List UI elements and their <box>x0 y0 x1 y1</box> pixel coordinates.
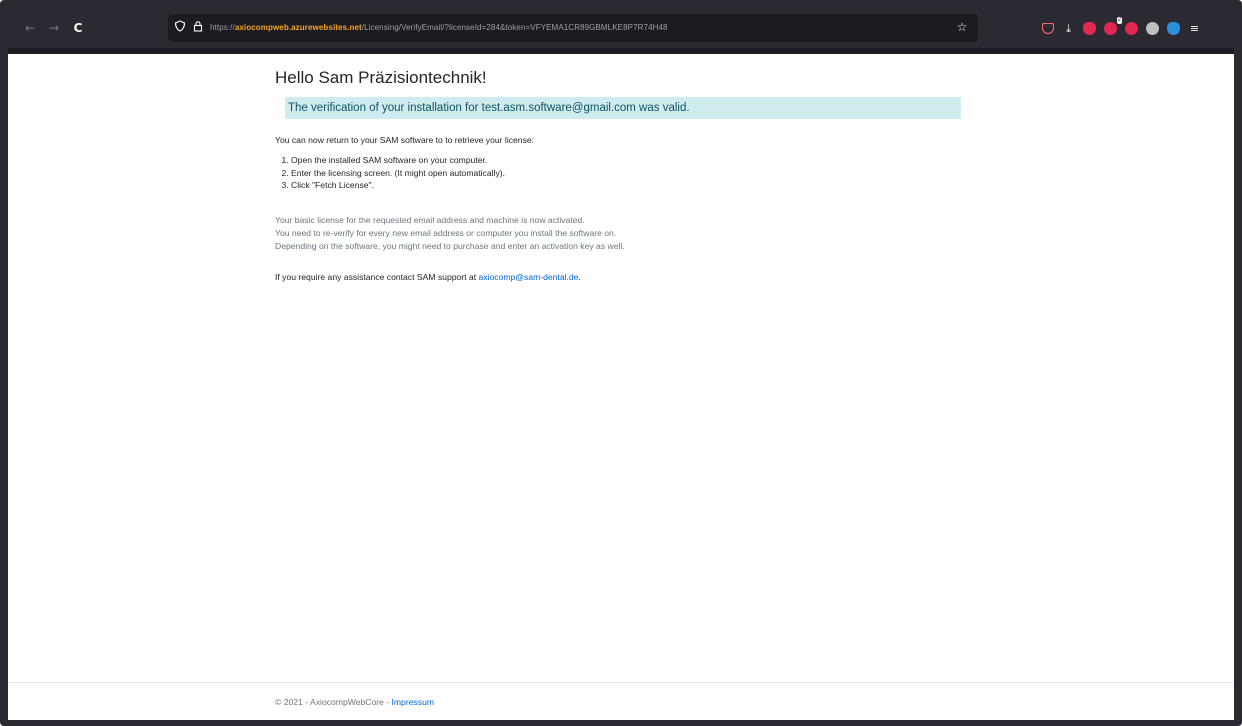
license-notes: Your basic license for the requested ema… <box>275 214 625 253</box>
url-bar[interactable]: https://axiocompweb.azurewebsites.net/Li… <box>168 14 978 42</box>
success-alert: The verification of your installation fo… <box>285 97 961 119</box>
ublock-icon[interactable] <box>1125 21 1138 35</box>
footer: © 2021 - AxiocompWebCore - Impressum <box>8 682 1234 720</box>
assist-prefix: If you require any assistance contact SA… <box>275 272 479 282</box>
footer-text: © 2021 - AxiocompWebCore - Impressum <box>275 697 434 707</box>
extension-badge-count: 2 <box>1116 16 1122 24</box>
bookmark-star-icon[interactable]: ☆ <box>954 19 970 35</box>
shield-extension-icon[interactable] <box>1083 21 1096 35</box>
forward-arrow-icon[interactable]: → <box>46 20 62 36</box>
list-item: Open the installed SAM software on your … <box>291 154 505 167</box>
list-item: Enter the licensing screen. (It might op… <box>291 167 505 180</box>
url-host: axiocompweb.azurewebsites.net <box>234 23 362 32</box>
url-protocol: https:// <box>210 23 235 32</box>
steps-list: Open the installed SAM software on your … <box>275 154 505 192</box>
lock-icon[interactable] <box>190 20 206 36</box>
note-line: You need to re-verify for every new emai… <box>275 228 617 238</box>
pocket-icon[interactable] <box>1042 22 1054 34</box>
download-icon[interactable]: ⤓ <box>1062 22 1075 35</box>
hamburger-menu-icon[interactable]: ≡ <box>1188 22 1201 35</box>
page-title: Hello Sam Präzisiontechnik! <box>275 68 487 87</box>
assistance-text: If you require any assistance contact SA… <box>275 271 581 283</box>
back-arrow-icon[interactable]: ← <box>22 20 38 36</box>
browser-window: ← → C https://axiocompweb.azurewebsites.… <box>8 8 1234 720</box>
note-line: Your basic license for the requested ema… <box>275 215 585 225</box>
bitwarden-icon[interactable] <box>1167 21 1180 35</box>
reload-icon[interactable]: C <box>70 20 86 36</box>
extensions-bar: ⤓ 2 ≡ <box>1042 16 1201 36</box>
url-path: /Licensing/VerifyEmail/?licenseId=284&to… <box>361 23 668 32</box>
url-text[interactable]: https://axiocompweb.azurewebsites.net/Li… <box>210 21 668 35</box>
assist-suffix: . <box>578 272 581 282</box>
support-email-link[interactable]: axiocomp@sam-dental.de <box>479 272 579 282</box>
extension-badge-icon[interactable]: 2 <box>1104 16 1122 35</box>
browser-toolbar: ← → C https://axiocompweb.azurewebsites.… <box>8 8 1234 48</box>
note-line: Depending on the software, you might nee… <box>275 241 625 251</box>
screen-frame: ← → C https://axiocompweb.azurewebsites.… <box>0 0 1242 726</box>
extension-icon[interactable] <box>1146 21 1159 35</box>
list-item: Click "Fetch License". <box>291 179 505 192</box>
intro-text: You can now return to your SAM software … <box>275 135 535 145</box>
copyright-text: © 2021 - AxiocompWebCore - <box>275 697 392 707</box>
page-viewport: Hello Sam Präzisiontechnik! The verifica… <box>8 54 1234 720</box>
tracking-shield-icon[interactable] <box>172 20 188 36</box>
impressum-link[interactable]: Impressum <box>392 697 435 707</box>
